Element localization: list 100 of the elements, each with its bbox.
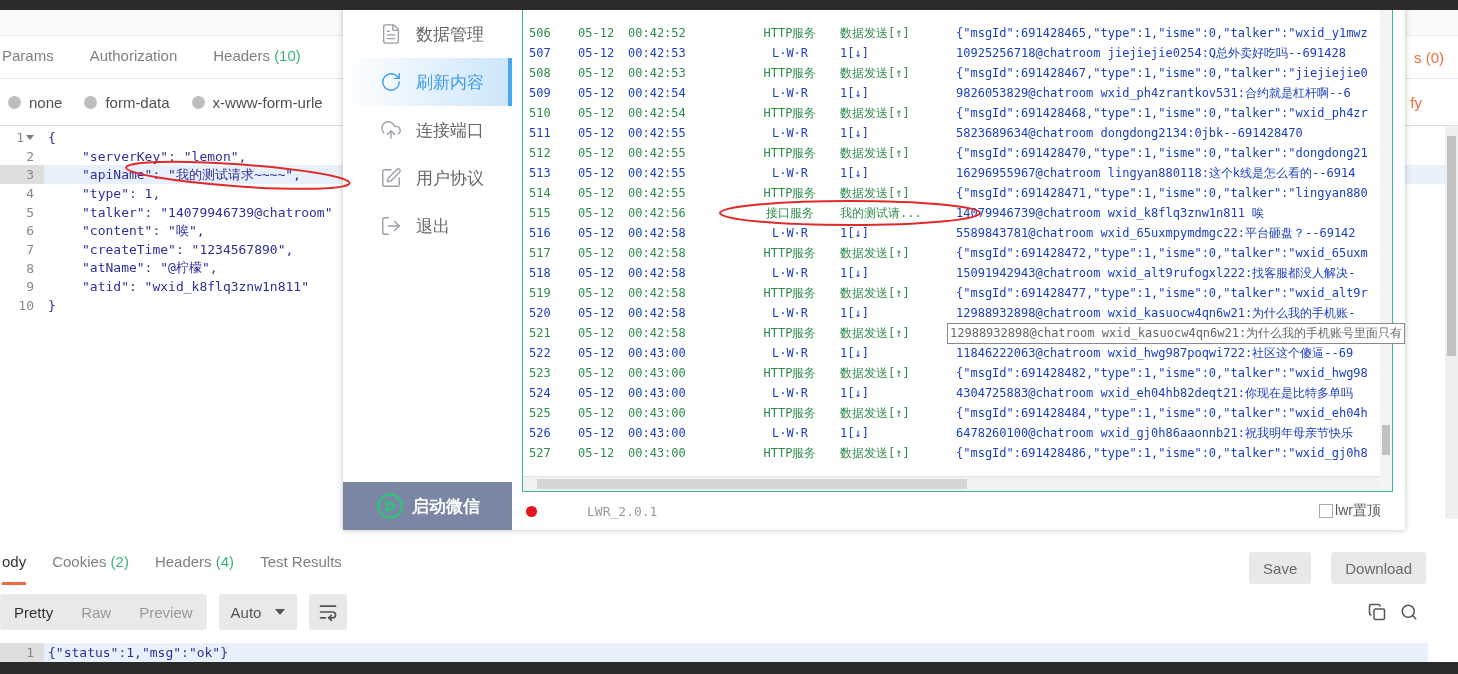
table-cell-text: 509 bbox=[529, 86, 552, 100]
table-cell-text: 00:42:55 bbox=[628, 126, 687, 140]
nav-item[interactable]: 用户协议 bbox=[343, 154, 512, 202]
table-cell-text: 516 bbox=[529, 226, 552, 240]
table-cell-text: L·W·R bbox=[770, 266, 810, 280]
request-tab[interactable]: Headers (10) bbox=[213, 36, 301, 78]
wrap-text-button[interactable] bbox=[309, 594, 348, 631]
response-tab[interactable]: Headers (4) bbox=[154, 541, 235, 586]
table-cell-text: 05-12 bbox=[578, 346, 616, 360]
table-cell-text: 00:42:58 bbox=[628, 306, 687, 320]
response-tab[interactable]: Cookies (2) bbox=[52, 541, 129, 586]
table-cell-text: 15091942943@chatroom wxid_alt9rufogxl222:找客服都没人解决- bbox=[955, 264, 1357, 282]
table-cell-text: HTTP服务 bbox=[762, 24, 818, 42]
radio-dot[interactable] bbox=[84, 95, 98, 109]
code-line: "content": "唉", bbox=[81, 221, 205, 240]
table-cell-text: 526 bbox=[529, 426, 552, 440]
document-icon bbox=[380, 23, 402, 45]
table-cell-text: 11846222063@chatroom wxid_hwg987poqwi722:社区这个傻逼--69 bbox=[955, 344, 1355, 362]
table-cell-text: 05-12 bbox=[578, 326, 616, 340]
beautify-link[interactable]: fy bbox=[1410, 93, 1422, 111]
table-cell-text: 4304725883@chatroom wxid_eh04hb82deqt21:你现在是比特多单吗 bbox=[955, 384, 1354, 402]
pin-checkbox[interactable]: lwr置顶 bbox=[1319, 502, 1381, 520]
play-icon bbox=[375, 492, 404, 520]
view-mode-button[interactable]: Preview bbox=[125, 594, 207, 631]
table-cell-text: HTTP服务 bbox=[762, 184, 818, 202]
nav-item[interactable]: 连接端口 bbox=[343, 106, 512, 154]
version-label: LWR_2.0.1 bbox=[587, 503, 658, 519]
format-select[interactable]: Auto bbox=[218, 594, 298, 631]
table-cell-text: 00:43:00 bbox=[628, 446, 687, 460]
table-cell-text: 数据发送[↑] bbox=[840, 24, 911, 42]
code-line: "talker": "14079946739@chatroom" bbox=[81, 204, 333, 220]
table-cell-text: 05-12 bbox=[578, 426, 616, 440]
table-cell-text: 511 bbox=[529, 126, 552, 140]
table-cell-text: 05-12 bbox=[578, 46, 616, 60]
table-cell-text: 00:42:58 bbox=[628, 246, 687, 260]
table-cell-text: {"msgId":691428486,"type":1,"isme":0,"talker":"wxid_gj0h8 bbox=[955, 446, 1369, 460]
response-tab[interactable]: Test Results bbox=[260, 541, 342, 586]
table-cell-text: 05-12 bbox=[578, 386, 616, 400]
radio-dot[interactable] bbox=[8, 95, 21, 109]
table-cell-text: L·W·R bbox=[770, 386, 810, 400]
line-number: 3 bbox=[26, 167, 34, 183]
table-cell-text: 00:43:00 bbox=[628, 346, 687, 360]
radio-dot[interactable] bbox=[191, 95, 205, 109]
table-cell-text: 00:42:52 bbox=[628, 26, 687, 40]
table-cell-text: 00:42:55 bbox=[628, 186, 687, 200]
start-button[interactable]: 启动微信 bbox=[343, 482, 512, 530]
view-mode-button[interactable]: Raw bbox=[67, 594, 126, 631]
table-cell-text: 1[↓] bbox=[840, 386, 870, 400]
scrollbar[interactable] bbox=[1445, 126, 1458, 520]
view-mode-button[interactable]: Pretty bbox=[0, 594, 68, 631]
table-cell-text: 05-12 bbox=[578, 66, 616, 80]
table-cell-text: HTTP服务 bbox=[762, 104, 818, 122]
line-number: 9 bbox=[26, 279, 34, 295]
copy-icon[interactable] bbox=[1368, 603, 1386, 622]
line-number: 1 bbox=[16, 129, 24, 145]
scrollbar[interactable] bbox=[523, 476, 1380, 491]
nav-item[interactable]: 退出 bbox=[343, 202, 512, 250]
table-cell-text: HTTP服务 bbox=[762, 244, 818, 262]
nav-item[interactable]: 数据管理 bbox=[343, 10, 512, 58]
table-cell-text: L·W·R bbox=[770, 426, 810, 440]
table-cell-text: 数据发送[↑] bbox=[840, 184, 911, 202]
search-icon[interactable] bbox=[1400, 603, 1418, 622]
table-cell-text: 00:43:00 bbox=[628, 386, 687, 400]
table-cell-text: L·W·R bbox=[770, 226, 810, 240]
table-cell-text: 1[↓] bbox=[840, 86, 870, 100]
save-button[interactable]: Save bbox=[1249, 552, 1312, 585]
table-cell-text: 1[↓] bbox=[840, 166, 870, 180]
table-cell-text: 521 bbox=[529, 326, 552, 340]
wrap-icon bbox=[318, 602, 339, 623]
body-type-radio[interactable]: form-data bbox=[84, 93, 170, 111]
table-cell-text: 16296955967@chatroom lingyan880118:这个k线是怎么看的--6914 bbox=[955, 164, 1357, 182]
table-cell-text: 1[↓] bbox=[840, 46, 870, 60]
table-cell-text: 数据发送[↑] bbox=[840, 64, 911, 82]
table-cell-text: 数据发送[↑] bbox=[840, 324, 911, 342]
code-line: { bbox=[47, 129, 56, 145]
table-cell-text: 05-12 bbox=[578, 126, 616, 140]
tab-label[interactable]: s (0) bbox=[1414, 48, 1444, 66]
caret-icon[interactable] bbox=[26, 133, 34, 142]
request-tab[interactable]: Params bbox=[2, 36, 54, 78]
table-cell-text: 518 bbox=[529, 266, 552, 280]
table-cell-text: 10925256718@chatroom jiejiejie0254:Q总外卖好吃吗--691428 bbox=[955, 44, 1347, 62]
table-cell-text: L·W·R bbox=[770, 346, 810, 360]
table-cell-text: L·W·R bbox=[770, 126, 810, 140]
table-cell-text: 1[↓] bbox=[840, 266, 870, 280]
body-type-radio[interactable]: none bbox=[8, 93, 63, 111]
response-tab[interactable]: ody bbox=[2, 541, 27, 586]
line-number: 8 bbox=[26, 260, 34, 276]
table-cell-text: 513 bbox=[529, 166, 552, 180]
tooltip: 12988932898@chatroom wxid_kasuocw4qn6w21:为什么我的手机账号里面只有 bbox=[947, 323, 1406, 344]
code-line: {"status":1,"msg":"ok"} bbox=[47, 645, 228, 661]
logout-icon bbox=[380, 215, 402, 237]
code-line: "serverKey": "lemon", bbox=[81, 148, 247, 164]
table-cell-text: 05-12 bbox=[578, 166, 616, 180]
code-line: "atid": "wxid_k8flq3znw1n811" bbox=[81, 279, 309, 295]
body-type-radio[interactable]: x-www-form-urle bbox=[191, 93, 323, 111]
table-cell-text: 00:42:56 bbox=[628, 206, 687, 220]
code-line: "type": 1, bbox=[81, 185, 161, 201]
request-tab[interactable]: Authorization bbox=[89, 36, 178, 78]
table-cell-text: L·W·R bbox=[770, 306, 810, 320]
download-button[interactable]: Download bbox=[1331, 552, 1426, 585]
